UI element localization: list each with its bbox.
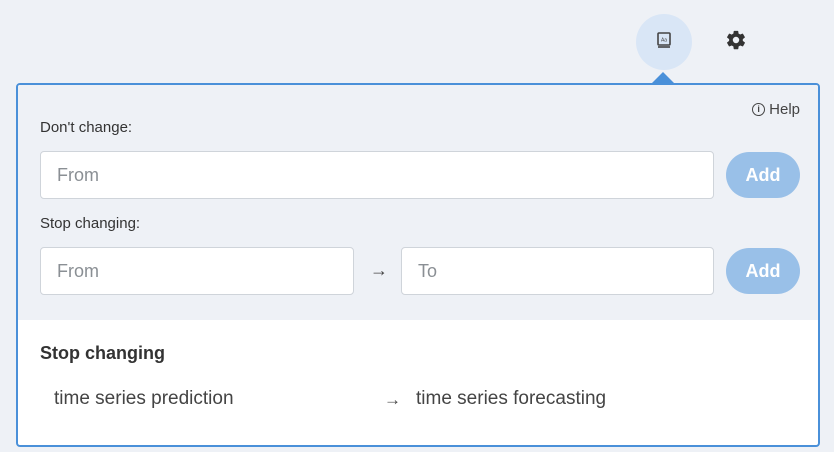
stop-changing-to-input[interactable] — [401, 247, 714, 295]
stop-changing-label: Stop changing: — [40, 215, 141, 232]
stop-changing-add-button[interactable]: Add — [726, 248, 800, 294]
settings-button[interactable] — [718, 24, 754, 60]
dont-change-add-button[interactable]: Add — [726, 152, 800, 198]
help-label: Help — [769, 101, 800, 118]
svg-text:Aa: Aa — [661, 37, 667, 43]
top-toolbar: Aa — [0, 0, 834, 82]
dictionary-popover: i Help Don't change: Add Stop changing: … — [16, 83, 820, 447]
entry-to: time series forecasting — [416, 388, 607, 409]
info-icon: i — [752, 103, 766, 116]
help-link[interactable]: i Help — [752, 101, 800, 118]
dont-change-from-input[interactable] — [40, 151, 714, 199]
arrow-icon: → — [384, 390, 401, 409]
dictionary-button[interactable]: Aa — [636, 14, 692, 70]
arrow-icon: → — [370, 260, 388, 280]
stop-changing-list-title: Stop changing — [40, 343, 165, 363]
dictionary-icon: Aa — [655, 31, 673, 54]
stop-changing-from-input[interactable] — [40, 247, 354, 295]
gear-icon — [725, 29, 747, 56]
dont-change-label: Don't change: — [40, 119, 133, 136]
entry-from: time series prediction — [54, 388, 234, 409]
